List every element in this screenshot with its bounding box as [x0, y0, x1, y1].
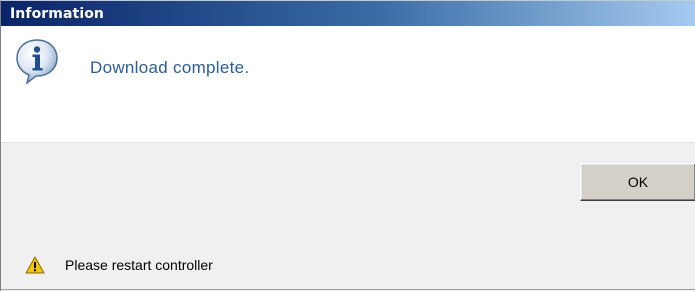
message-text: Download complete.	[90, 58, 250, 77]
window-title: Information	[10, 5, 105, 22]
dialog-bottom-border	[1, 289, 695, 290]
information-dialog: Information Download complete. OK Please…	[0, 0, 695, 291]
info-icon	[16, 39, 58, 85]
warning-icon	[25, 256, 45, 274]
status-message: Please restart controller	[65, 257, 213, 273]
title-bar[interactable]: Information	[1, 1, 695, 26]
ok-button[interactable]: OK	[580, 163, 695, 201]
message-area: Download complete.	[1, 26, 695, 143]
status-footer: Please restart controller	[1, 245, 695, 285]
